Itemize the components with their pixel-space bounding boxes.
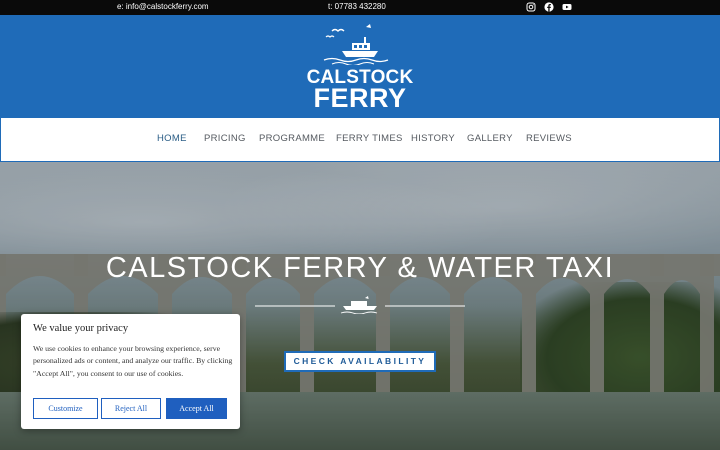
- contact-phone[interactable]: t: 07783 432280: [328, 2, 386, 11]
- site-header: CALSTOCK FERRY: [0, 15, 720, 117]
- nav-pricing[interactable]: PRICING: [204, 133, 246, 144]
- reject-all-button[interactable]: Reject All: [101, 398, 161, 419]
- contact-email[interactable]: e: info@calstockferry.com: [117, 2, 209, 11]
- logo-text-ferry: FERRY: [313, 83, 407, 113]
- nav-history[interactable]: HISTORY: [411, 133, 455, 144]
- nav-home[interactable]: HOME: [157, 133, 187, 144]
- nav-gallery[interactable]: GALLERY: [467, 133, 513, 144]
- accept-all-button[interactable]: Accept All: [166, 398, 227, 419]
- check-availability-button[interactable]: CHECK AVAILABILITY: [284, 351, 436, 372]
- hero-title: CALSTOCK FERRY & WATER TAXI: [105, 252, 615, 284]
- cookie-title: We value your privacy: [33, 323, 129, 334]
- social-links: [526, 2, 572, 12]
- main-navigation: HOME PRICING PROGRAMME FERRY TIMES HISTO…: [0, 117, 720, 162]
- nav-reviews[interactable]: REVIEWS: [526, 133, 572, 144]
- site-logo[interactable]: CALSTOCK FERRY: [300, 23, 420, 115]
- ferry-boat-icon: [323, 24, 389, 65]
- customize-button[interactable]: Customize: [33, 398, 98, 419]
- boat-divider-icon: [255, 296, 465, 314]
- cookie-body-text: We use cookies to enhance your browsing …: [33, 344, 233, 378]
- facebook-icon[interactable]: [544, 2, 554, 12]
- youtube-icon[interactable]: [562, 2, 572, 12]
- nav-programme[interactable]: PROGRAMME: [259, 133, 325, 144]
- instagram-icon[interactable]: [526, 2, 536, 12]
- top-bar: e: info@calstockferry.com t: 07783 43228…: [0, 0, 720, 15]
- cookie-consent-dialog: We value your privacy We use cookies to …: [21, 314, 240, 429]
- nav-ferry-times[interactable]: FERRY TIMES: [336, 133, 403, 144]
